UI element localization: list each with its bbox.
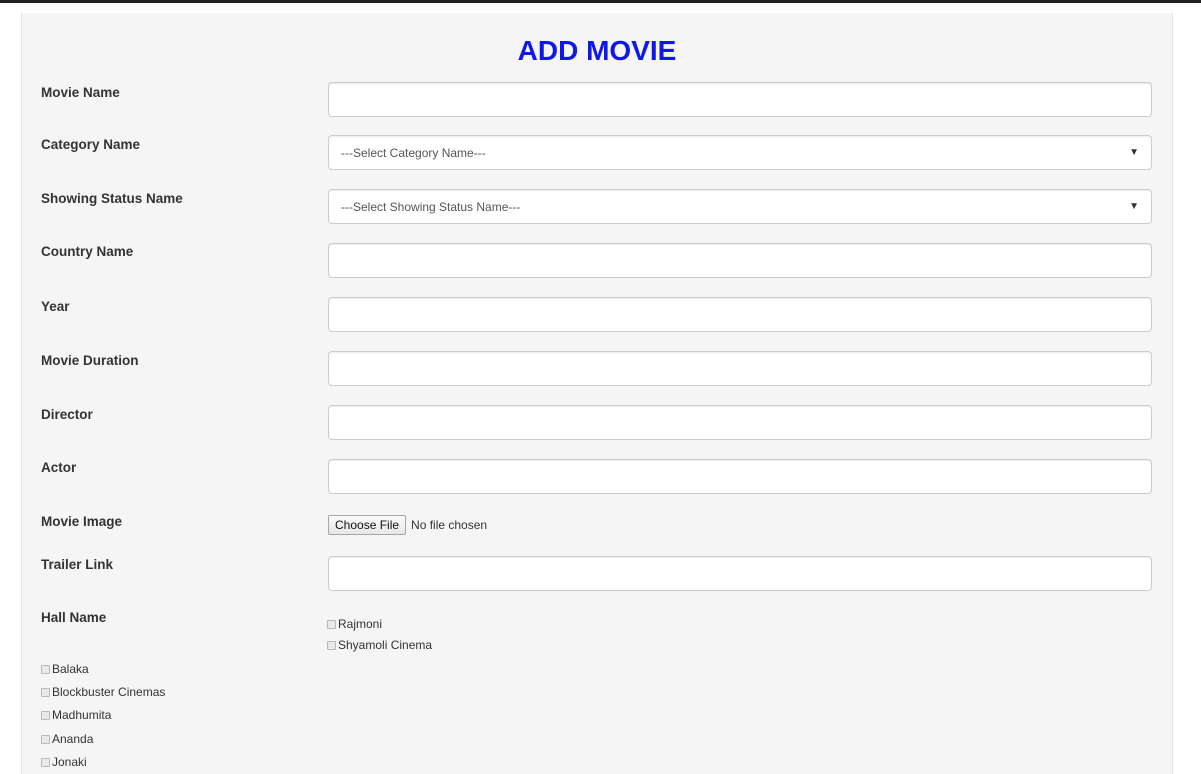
movie-duration-label: Movie Duration	[41, 353, 139, 368]
hall-checkbox-label: Shyamoli Cinema	[338, 638, 433, 652]
hall-checkbox-label: Rajmoni	[338, 617, 383, 631]
showing-status-select[interactable]: ---Select Showing Status Name--- ▼	[328, 189, 1152, 224]
caret-down-icon: ▼	[1129, 147, 1139, 158]
checkbox-icon[interactable]	[327, 640, 336, 650]
checkbox-icon[interactable]	[41, 687, 50, 697]
hall-checkbox-item[interactable]: Blockbuster Cinemas	[41, 684, 165, 700]
page-title: ADD MOVIE	[517, 35, 677, 66]
hall-checkbox-label: Madhumita	[52, 708, 112, 722]
hall-checkbox-item[interactable]: Shyamoli Cinema	[327, 637, 432, 653]
checkbox-icon[interactable]	[41, 734, 50, 744]
hall-checkbox-item[interactable]: Balaka	[41, 661, 89, 677]
hall-checkbox-label: Ananda	[52, 732, 94, 746]
movie-image-label: Movie Image	[41, 514, 123, 529]
country-name-input[interactable]	[328, 243, 1152, 278]
movie-name-label: Movie Name	[41, 85, 120, 100]
checkbox-icon[interactable]	[327, 619, 336, 629]
director-input[interactable]	[328, 405, 1152, 440]
hall-checkbox-item[interactable]: Madhumita	[41, 707, 111, 723]
movie-duration-input[interactable]	[328, 351, 1152, 386]
hall-checkbox-item[interactable]: Rajmoni	[327, 616, 382, 632]
checkbox-icon[interactable]	[41, 757, 50, 767]
actor-input[interactable]	[328, 459, 1152, 494]
category-select[interactable]: ---Select Category Name--- ▼	[328, 135, 1152, 170]
choose-file-button[interactable]: Choose File	[328, 515, 407, 535]
file-status-text: No file chosen	[411, 518, 488, 532]
showing-status-label: Showing Status Name	[41, 191, 183, 206]
movie-image-file-input[interactable]: Choose File No file chosen	[328, 515, 487, 535]
category-select-value: ---Select Category Name---	[341, 145, 486, 160]
checkbox-icon[interactable]	[41, 710, 50, 720]
category-name-label: Category Name	[41, 137, 141, 152]
showing-status-select-value: ---Select Showing Status Name---	[341, 199, 521, 214]
checkbox-icon[interactable]	[41, 664, 50, 674]
country-name-label: Country Name	[41, 244, 134, 259]
movie-name-input[interactable]	[328, 82, 1152, 117]
year-label: Year	[41, 299, 70, 314]
hall-name-label: Hall Name	[41, 610, 107, 625]
year-input[interactable]	[328, 297, 1152, 332]
hall-checkbox-item[interactable]: Ananda	[41, 731, 93, 747]
hall-checkbox-item[interactable]: Jonaki	[41, 754, 87, 770]
director-label: Director	[41, 407, 93, 422]
trailer-link-label: Trailer Link	[41, 557, 114, 572]
caret-down-icon: ▼	[1129, 201, 1139, 212]
hall-checkbox-label: Balaka	[52, 662, 89, 676]
trailer-link-input[interactable]	[328, 556, 1152, 591]
hall-checkbox-label: Blockbuster Cinemas	[52, 685, 166, 699]
actor-label: Actor	[41, 460, 77, 475]
add-movie-panel: ADD MOVIE Movie Name Category Name ---Se…	[21, 13, 1173, 774]
hall-checkbox-label: Jonaki	[52, 755, 87, 769]
top-border	[0, 0, 1201, 3]
